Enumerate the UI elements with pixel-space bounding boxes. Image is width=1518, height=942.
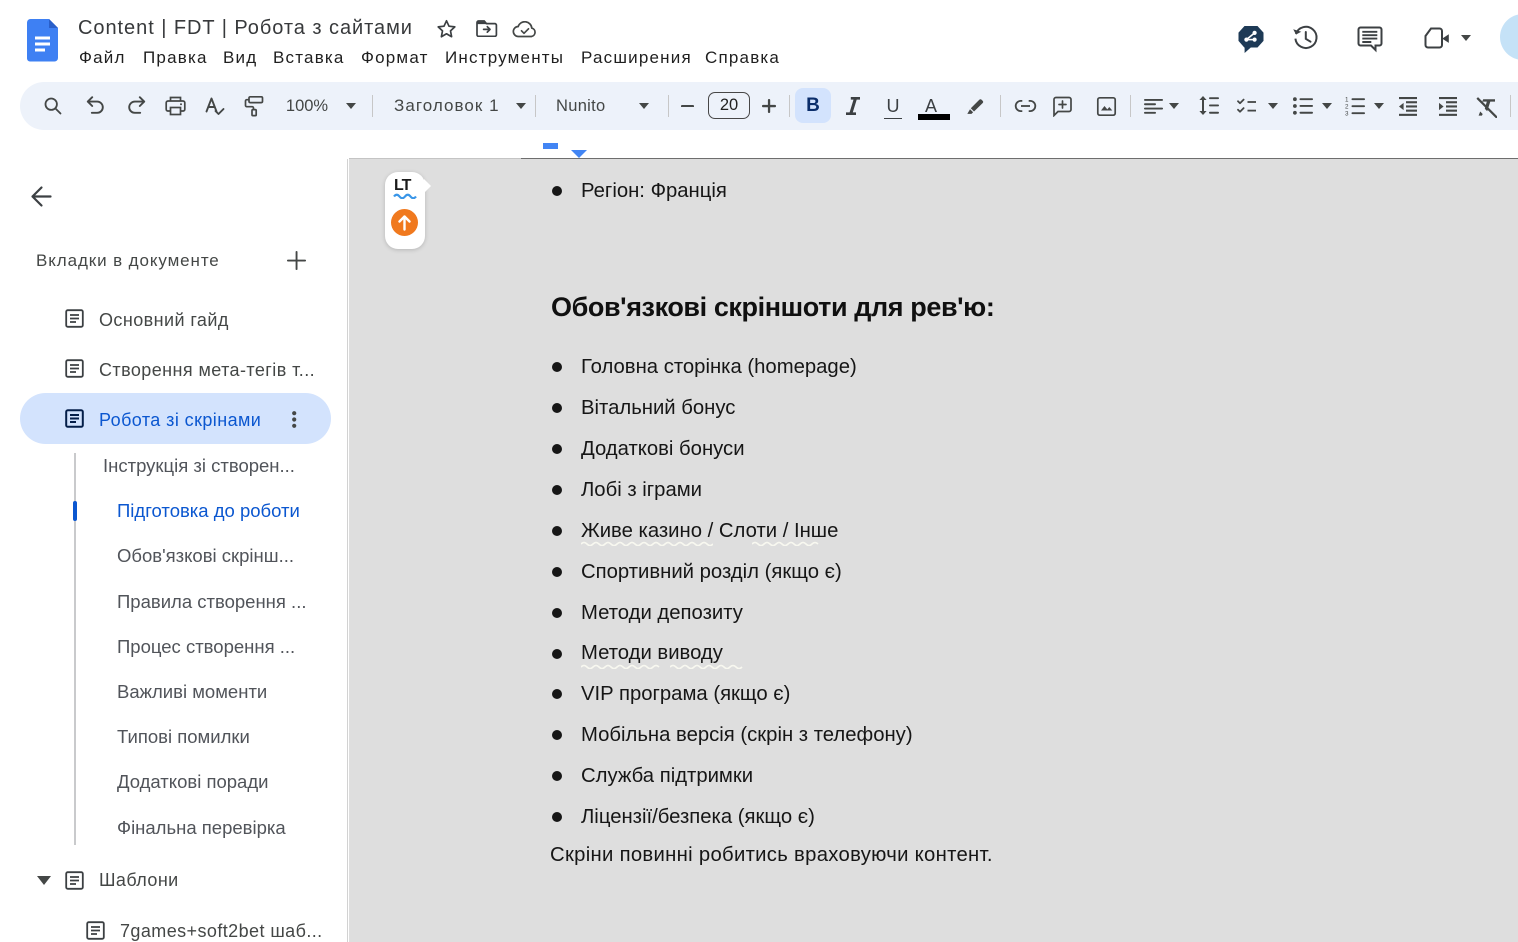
svg-text:2: 2 bbox=[1345, 104, 1349, 111]
svg-text:1: 1 bbox=[1345, 97, 1349, 104]
svg-text:3: 3 bbox=[1345, 111, 1349, 116]
